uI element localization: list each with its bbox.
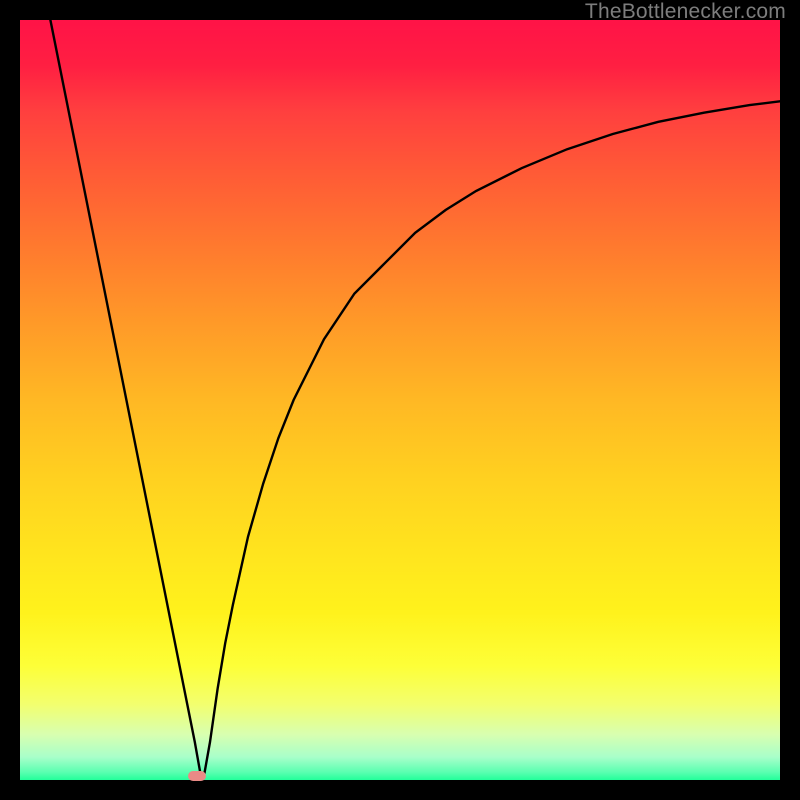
- chart-frame: [20, 20, 780, 780]
- gradient-background: [20, 20, 780, 780]
- minimum-marker: [188, 771, 206, 781]
- attribution-text: TheBottlenecker.com: [585, 0, 786, 24]
